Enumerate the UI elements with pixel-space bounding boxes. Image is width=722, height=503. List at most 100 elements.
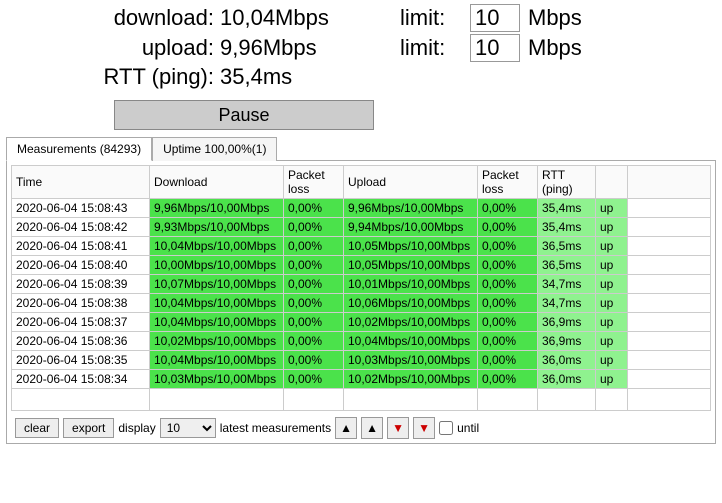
cell-packet-loss: 0,00%	[284, 332, 344, 351]
table-row[interactable]: 2020-06-04 15:08:3810,04Mbps/10,00Mbps0,…	[12, 294, 711, 313]
header-status[interactable]	[596, 166, 628, 199]
table-row-blank	[12, 389, 711, 411]
cell-upload: 10,02Mbps/10,00Mbps	[344, 313, 478, 332]
download-limit-label: limit:	[400, 5, 470, 31]
nav-down-button[interactable]: ▼	[387, 417, 409, 439]
latest-measurements-label: latest measurements	[220, 421, 331, 435]
triangle-up-icon: ▲	[366, 421, 378, 435]
table-row[interactable]: 2020-06-04 15:08:3910,07Mbps/10,00Mbps0,…	[12, 275, 711, 294]
cell-time: 2020-06-04 15:08:40	[12, 256, 150, 275]
table-row[interactable]: 2020-06-04 15:08:3510,04Mbps/10,00Mbps0,…	[12, 351, 711, 370]
cell-extra	[628, 199, 711, 218]
table-row[interactable]: 2020-06-04 15:08:439,96Mbps/10,00Mbps 0,0…	[12, 199, 711, 218]
cell-extra	[628, 256, 711, 275]
header-extra[interactable]	[628, 166, 711, 199]
cell-rtt: 34,7ms	[538, 275, 596, 294]
until-checkbox[interactable]	[439, 421, 453, 435]
cell-extra	[628, 294, 711, 313]
pause-button[interactable]: Pause	[114, 100, 374, 130]
header-packet-loss2[interactable]: Packet loss	[478, 166, 538, 199]
cell-packet-loss2: 0,00%	[478, 199, 538, 218]
cell-time: 2020-06-04 15:08:36	[12, 332, 150, 351]
cell-upload: 10,05Mbps/10,00Mbps	[344, 256, 478, 275]
upload-limit-input[interactable]	[470, 34, 520, 62]
cell-time: 2020-06-04 15:08:34	[12, 370, 150, 389]
nav-last-button[interactable]: ▼	[413, 417, 435, 439]
cell-packet-loss2: 0,00%	[478, 256, 538, 275]
tab-measurements[interactable]: Measurements (84293)	[6, 137, 152, 161]
upload-limit-label: limit:	[400, 35, 470, 61]
cell-extra	[628, 351, 711, 370]
cell-extra	[628, 275, 711, 294]
cell-status: up	[596, 332, 628, 351]
download-value: 10,04Mbps	[220, 5, 400, 31]
tab-uptime[interactable]: Uptime 100,00%(1)	[152, 137, 277, 161]
download-limit-input[interactable]	[470, 4, 520, 32]
cell-extra	[628, 218, 711, 237]
cell-time: 2020-06-04 15:08:35	[12, 351, 150, 370]
table-row[interactable]: 2020-06-04 15:08:3410,03Mbps/10,00Mbps0,…	[12, 370, 711, 389]
triangle-down-icon: ▼	[392, 421, 404, 435]
cell-time: 2020-06-04 15:08:37	[12, 313, 150, 332]
header-rtt[interactable]: RTT (ping)	[538, 166, 596, 199]
cell-extra	[628, 237, 711, 256]
cell-status: up	[596, 370, 628, 389]
cell-packet-loss: 0,00%	[284, 256, 344, 275]
table-row[interactable]: 2020-06-04 15:08:429,93Mbps/10,00Mbps0,0…	[12, 218, 711, 237]
cell-rtt: 35,4ms	[538, 218, 596, 237]
cell-download: 10,04Mbps/10,00Mbps	[150, 294, 284, 313]
table-row[interactable]: 2020-06-04 15:08:4010,00Mbps/10,00Mbps0,…	[12, 256, 711, 275]
measurements-table: Time Download Packet loss Upload Packet …	[11, 165, 711, 411]
cell-rtt: 36,5ms	[538, 237, 596, 256]
cell-download: 10,03Mbps/10,00Mbps	[150, 370, 284, 389]
cell-upload: 9,94Mbps/10,00Mbps	[344, 218, 478, 237]
nav-up-button[interactable]: ▲	[361, 417, 383, 439]
cell-extra	[628, 332, 711, 351]
cell-download: 10,04Mbps/10,00Mbps	[150, 351, 284, 370]
cell-packet-loss2: 0,00%	[478, 275, 538, 294]
cell-time: 2020-06-04 15:08:43	[12, 199, 150, 218]
display-count-select[interactable]: 10	[160, 418, 216, 438]
cell-upload: 10,04Mbps/10,00Mbps	[344, 332, 478, 351]
cell-packet-loss: 0,00%	[284, 275, 344, 294]
cell-time: 2020-06-04 15:08:39	[12, 275, 150, 294]
header-download[interactable]: Download	[150, 166, 284, 199]
cell-status: up	[596, 237, 628, 256]
cell-download: 10,00Mbps/10,00Mbps	[150, 256, 284, 275]
cell-packet-loss: 0,00%	[284, 237, 344, 256]
table-row[interactable]: 2020-06-04 15:08:3710,04Mbps/10,00Mbps0,…	[12, 313, 711, 332]
cell-packet-loss: 0,00%	[284, 218, 344, 237]
export-button[interactable]: export	[63, 418, 114, 438]
table-row[interactable]: 2020-06-04 15:08:4110,04Mbps/10,00Mbps0,…	[12, 237, 711, 256]
header-packet-loss[interactable]: Packet loss	[284, 166, 344, 199]
clear-button[interactable]: clear	[15, 418, 59, 438]
header-time[interactable]: Time	[12, 166, 150, 199]
cell-time: 2020-06-04 15:08:42	[12, 218, 150, 237]
download-label: download:	[60, 5, 220, 31]
cell-packet-loss2: 0,00%	[478, 332, 538, 351]
cell-rtt: 34,7ms	[538, 294, 596, 313]
cell-download: 10,04Mbps/10,00Mbps	[150, 237, 284, 256]
cell-packet-loss: 0,00%	[284, 370, 344, 389]
until-label: until	[457, 421, 479, 435]
cell-rtt: 36,5ms	[538, 256, 596, 275]
nav-first-button[interactable]: ▲	[335, 417, 357, 439]
cell-packet-loss2: 0,00%	[478, 370, 538, 389]
cell-rtt: 35,4ms	[538, 199, 596, 218]
cell-rtt: 36,9ms	[538, 332, 596, 351]
cell-download: 9,96Mbps/10,00Mbps	[150, 199, 284, 218]
cell-download: 10,04Mbps/10,00Mbps	[150, 313, 284, 332]
cell-packet-loss2: 0,00%	[478, 294, 538, 313]
header-upload[interactable]: Upload	[344, 166, 478, 199]
cell-status: up	[596, 351, 628, 370]
cell-rtt: 36,0ms	[538, 351, 596, 370]
cell-download: 10,07Mbps/10,00Mbps	[150, 275, 284, 294]
cell-packet-loss: 0,00%	[284, 313, 344, 332]
cell-upload: 10,05Mbps/10,00Mbps	[344, 237, 478, 256]
rtt-label: RTT (ping):	[60, 64, 220, 90]
cell-rtt: 36,0ms	[538, 370, 596, 389]
download-limit-unit: Mbps	[520, 5, 582, 31]
table-row[interactable]: 2020-06-04 15:08:3610,02Mbps/10,00Mbps0,…	[12, 332, 711, 351]
cell-extra	[628, 370, 711, 389]
cell-packet-loss: 0,00%	[284, 351, 344, 370]
